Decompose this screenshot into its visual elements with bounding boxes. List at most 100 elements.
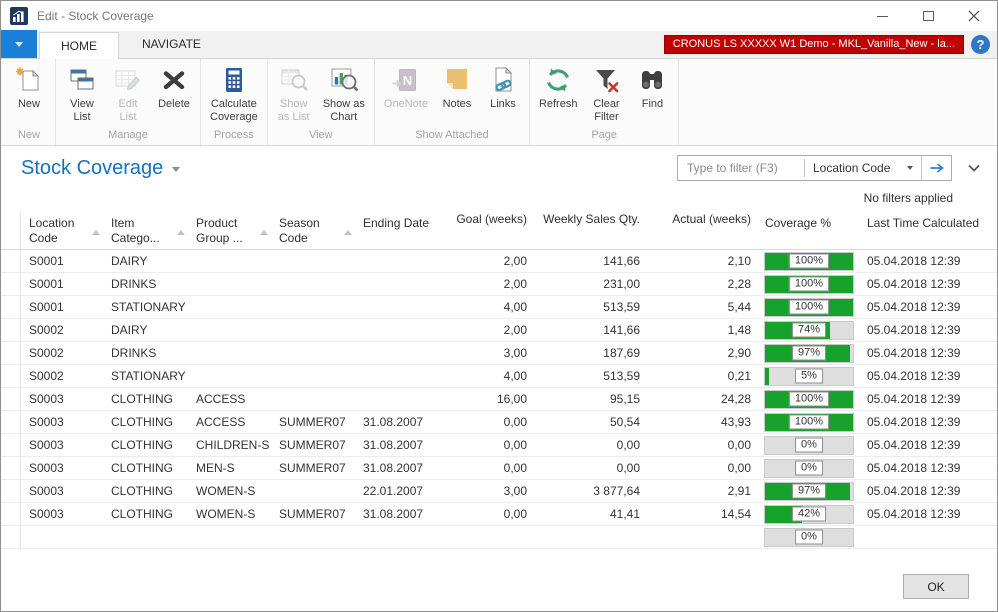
cell-last[interactable]: 05.04.2018 12:39 <box>859 434 997 456</box>
cell-coverage[interactable]: 0% <box>757 526 859 548</box>
cell-ending[interactable] <box>355 388 441 410</box>
column-header-weekly[interactable]: Weekly Sales Qty. <box>533 212 646 249</box>
table-row[interactable]: S0001DAIRY2,00141,662,10100%05.04.2018 1… <box>1 250 997 273</box>
cell-weekly[interactable]: 141,66 <box>533 250 646 272</box>
cell-ending[interactable] <box>355 250 441 272</box>
row-selector[interactable] <box>1 296 21 318</box>
ok-button[interactable]: OK <box>903 574 969 599</box>
cell-location[interactable]: S0003 <box>21 503 103 525</box>
cell-last[interactable]: 05.04.2018 12:39 <box>859 503 997 525</box>
cell-actual[interactable]: 1,48 <box>646 319 757 341</box>
cell-weekly[interactable]: 0,00 <box>533 434 646 456</box>
column-header-goal[interactable]: Goal (weeks) <box>441 212 533 249</box>
cell-goal[interactable]: 16,00 <box>441 388 533 410</box>
cell-goal[interactable]: 2,00 <box>441 250 533 272</box>
cell-season[interactable] <box>271 273 355 295</box>
cell-location[interactable]: S0001 <box>21 296 103 318</box>
table-row[interactable]: S0002STATIONARY4,00513,590,215%05.04.201… <box>1 365 997 388</box>
cell-item[interactable]: STATIONARY <box>103 296 188 318</box>
cell-actual[interactable]: 2,90 <box>646 342 757 364</box>
cell-goal[interactable] <box>441 526 533 548</box>
cell-goal[interactable]: 3,00 <box>441 480 533 502</box>
cell-actual[interactable]: 2,10 <box>646 250 757 272</box>
cell-product[interactable]: ACCESS <box>188 388 271 410</box>
cell-goal[interactable]: 2,00 <box>441 273 533 295</box>
cell-product[interactable] <box>188 319 271 341</box>
cell-season[interactable] <box>271 388 355 410</box>
cell-product[interactable] <box>188 365 271 387</box>
cell-coverage[interactable]: 100% <box>757 411 859 433</box>
table-row[interactable]: 0% <box>1 526 997 549</box>
cell-location[interactable]: S0002 <box>21 342 103 364</box>
column-header-ending[interactable]: Ending Date <box>355 212 441 249</box>
cell-ending[interactable] <box>355 342 441 364</box>
column-header-last[interactable]: Last Time Calculated <box>859 212 997 249</box>
cell-season[interactable] <box>271 526 355 548</box>
cell-weekly[interactable]: 0,00 <box>533 457 646 479</box>
row-selector[interactable] <box>1 342 21 364</box>
notes-button[interactable]: Notes <box>434 61 480 111</box>
cell-item[interactable]: CLOTHING <box>103 434 188 456</box>
tab-home[interactable]: HOME <box>39 32 119 59</box>
cell-last[interactable]: 05.04.2018 12:39 <box>859 250 997 272</box>
close-button[interactable] <box>951 1 997 31</box>
maximize-button[interactable] <box>905 1 951 31</box>
clear-filter-button[interactable]: Clear Filter <box>583 61 629 124</box>
cell-item[interactable]: CLOTHING <box>103 388 188 410</box>
row-selector[interactable] <box>1 503 21 525</box>
find-button[interactable]: Find <box>629 61 675 111</box>
cell-location[interactable]: S0002 <box>21 365 103 387</box>
cell-item[interactable]: CLOTHING <box>103 411 188 433</box>
cell-actual[interactable]: 0,21 <box>646 365 757 387</box>
row-selector[interactable] <box>1 411 21 433</box>
row-selector[interactable] <box>1 480 21 502</box>
cell-last[interactable]: 05.04.2018 12:39 <box>859 273 997 295</box>
cell-actual[interactable]: 0,00 <box>646 434 757 456</box>
cell-season[interactable] <box>271 319 355 341</box>
cell-goal[interactable]: 2,00 <box>441 319 533 341</box>
column-header-product[interactable]: Product Group ... <box>188 212 271 249</box>
cell-last[interactable] <box>859 526 997 548</box>
cell-coverage[interactable]: 100% <box>757 273 859 295</box>
cell-season[interactable]: SUMMER07 <box>271 457 355 479</box>
cell-coverage[interactable]: 42% <box>757 503 859 525</box>
cell-product[interactable] <box>188 296 271 318</box>
cell-coverage[interactable]: 97% <box>757 480 859 502</box>
cell-weekly[interactable]: 50,54 <box>533 411 646 433</box>
tab-navigate[interactable]: NAVIGATE <box>121 31 222 58</box>
cell-season[interactable] <box>271 250 355 272</box>
cell-season[interactable]: SUMMER07 <box>271 503 355 525</box>
cell-last[interactable]: 05.04.2018 12:39 <box>859 342 997 364</box>
table-row[interactable]: S0003CLOTHINGWOMEN-S22.01.20073,003 877,… <box>1 480 997 503</box>
cell-item[interactable] <box>103 526 188 548</box>
cell-actual[interactable]: 2,91 <box>646 480 757 502</box>
cell-ending[interactable] <box>355 273 441 295</box>
view-list-button[interactable]: View List <box>59 61 105 124</box>
cell-product[interactable] <box>188 526 271 548</box>
cell-actual[interactable]: 5,44 <box>646 296 757 318</box>
column-header-coverage[interactable]: Coverage % <box>757 212 859 249</box>
cell-last[interactable]: 05.04.2018 12:39 <box>859 365 997 387</box>
cell-location[interactable]: S0001 <box>21 250 103 272</box>
table-row[interactable]: S0003CLOTHINGACCESS16,0095,1524,28100%05… <box>1 388 997 411</box>
row-selector[interactable] <box>1 319 21 341</box>
table-row[interactable]: S0003CLOTHINGCHILDREN-SSUMMER0731.08.200… <box>1 434 997 457</box>
cell-goal[interactable]: 3,00 <box>441 342 533 364</box>
cell-weekly[interactable] <box>533 526 646 548</box>
cell-weekly[interactable]: 3 877,64 <box>533 480 646 502</box>
cell-item[interactable]: DRINKS <box>103 273 188 295</box>
cell-ending[interactable] <box>355 319 441 341</box>
cell-goal[interactable]: 0,00 <box>441 503 533 525</box>
cell-product[interactable] <box>188 273 271 295</box>
column-header-season[interactable]: Season Code <box>271 212 355 249</box>
cell-weekly[interactable]: 95,15 <box>533 388 646 410</box>
cell-season[interactable] <box>271 342 355 364</box>
cell-location[interactable]: S0001 <box>21 273 103 295</box>
cell-season[interactable] <box>271 480 355 502</box>
cell-actual[interactable]: 43,93 <box>646 411 757 433</box>
cell-coverage[interactable]: 0% <box>757 457 859 479</box>
table-row[interactable]: S0001DRINKS2,00231,002,28100%05.04.2018 … <box>1 273 997 296</box>
expand-filter-pane-button[interactable] <box>967 163 985 173</box>
table-row[interactable]: S0003CLOTHINGMEN-SSUMMER0731.08.20070,00… <box>1 457 997 480</box>
cell-actual[interactable] <box>646 526 757 548</box>
